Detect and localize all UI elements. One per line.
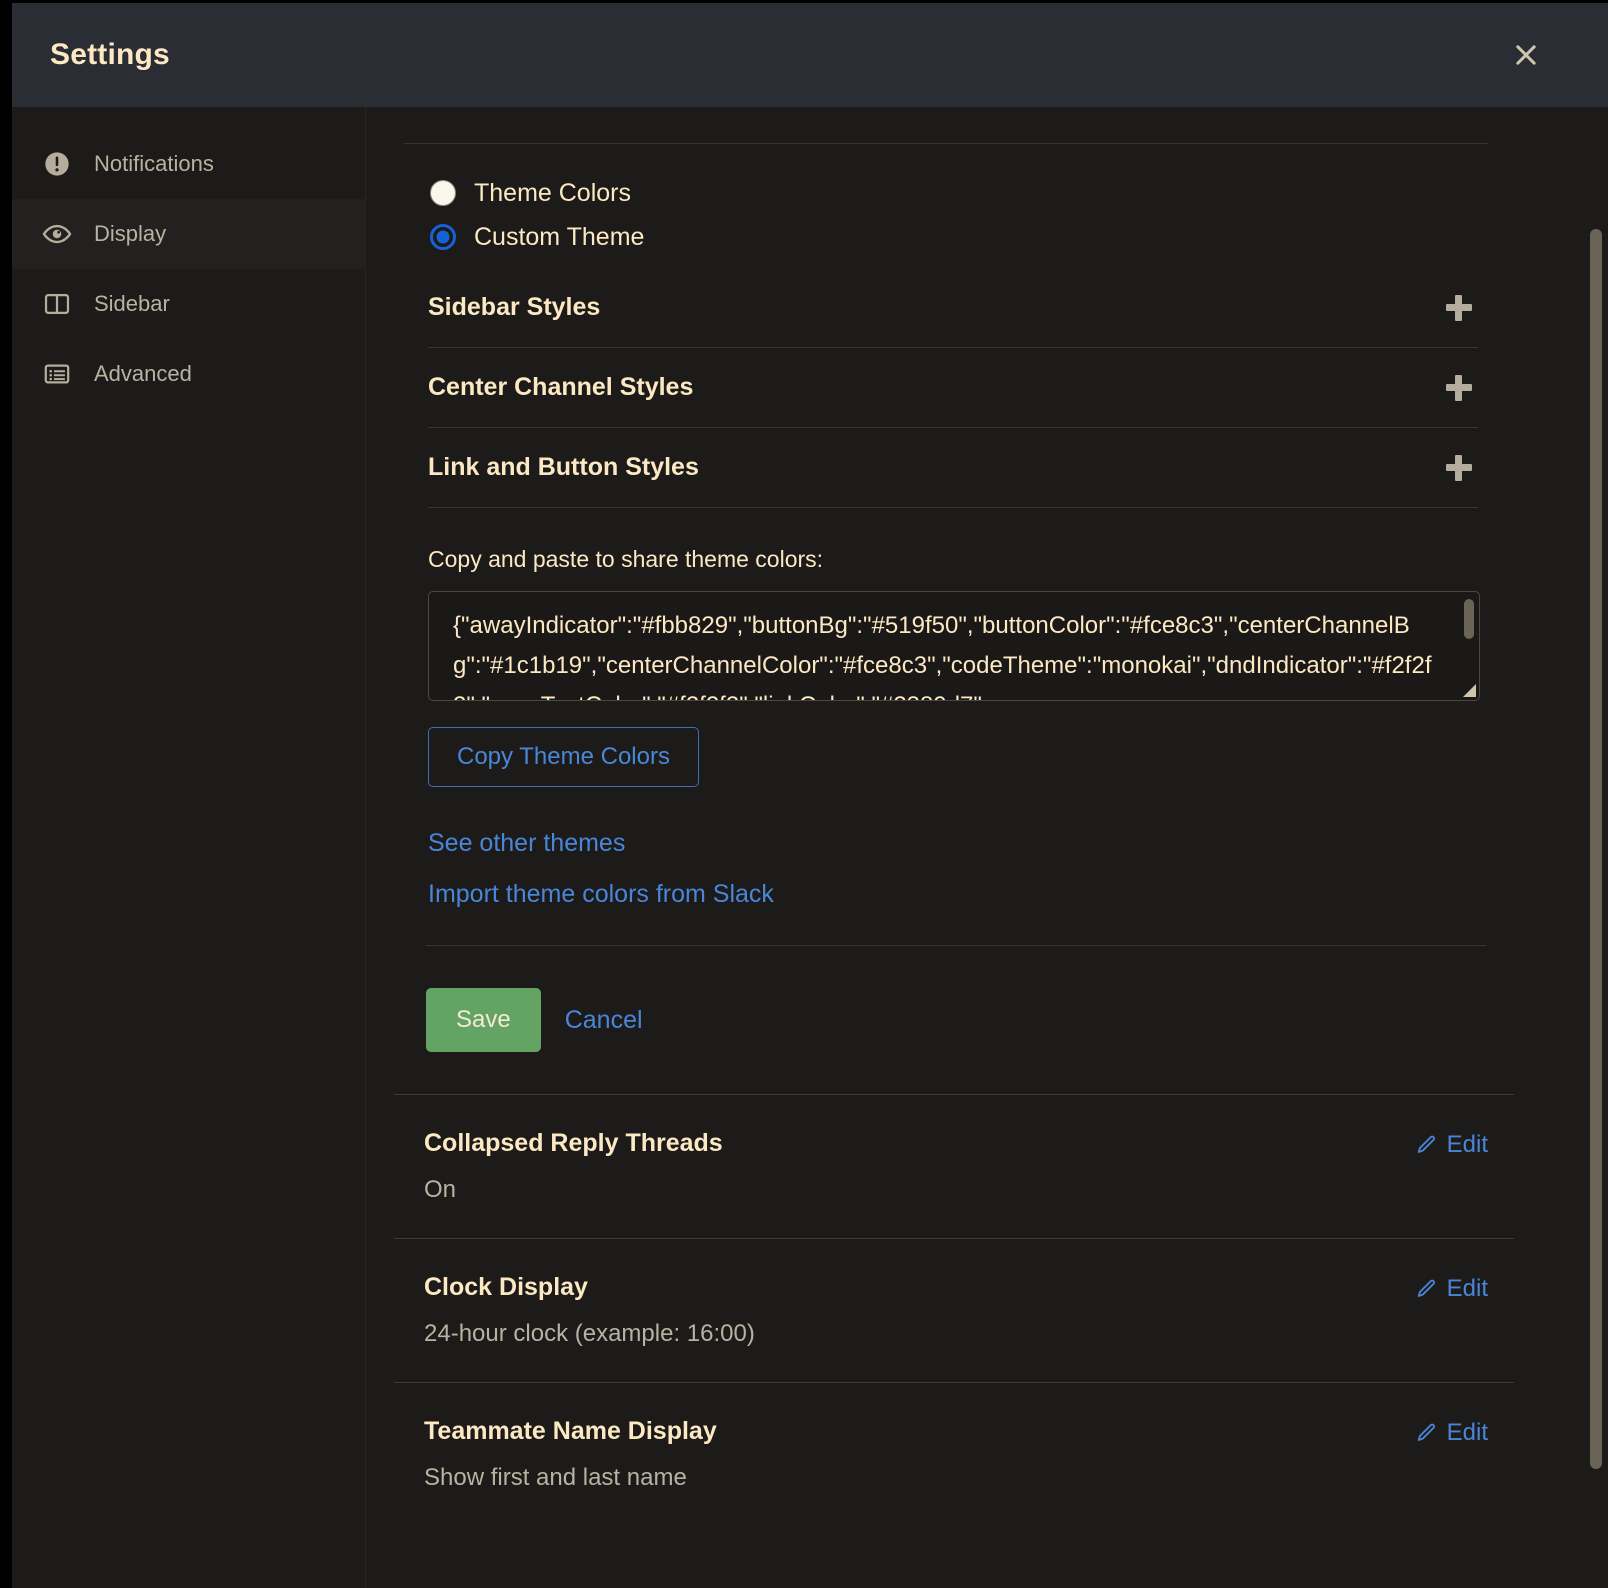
sidebar-item-label: Sidebar (94, 291, 170, 316)
settings-sidebar: Notifications Display Sidebar Advanced (12, 107, 366, 1588)
edit-button[interactable]: Edit (1415, 1419, 1488, 1447)
save-button[interactable]: Save (426, 988, 541, 1052)
setting-row-collapsed-reply-threads: Collapsed Reply Threads On Edit (394, 1095, 1514, 1239)
radio-button-icon[interactable] (430, 180, 456, 206)
settings-scrollbar[interactable] (1590, 229, 1602, 1469)
content-top-divider (404, 143, 1488, 144)
section-title: Sidebar Styles (428, 293, 601, 321)
radio-custom-theme[interactable]: Custom Theme (430, 224, 1518, 250)
settings-content: Theme Colors Custom Theme Sidebar Styles… (366, 107, 1608, 1588)
cancel-button[interactable]: Cancel (565, 1006, 643, 1035)
edit-label: Edit (1446, 1275, 1488, 1302)
close-icon[interactable] (1506, 35, 1546, 75)
section-title: Link and Button Styles (428, 453, 699, 481)
setting-title: Clock Display (424, 1273, 588, 1301)
sidebar-item-label: Display (94, 221, 167, 246)
sidebar-item-advanced[interactable]: Advanced (12, 339, 365, 409)
sidebar-panel-icon (42, 289, 72, 319)
share-theme-label: Copy and paste to share theme colors: (428, 546, 824, 572)
setting-row-clock-display: Clock Display 24-hour clock (example: 16… (394, 1239, 1514, 1383)
radio-button-icon[interactable] (430, 224, 456, 250)
modal-header: Settings (12, 3, 1608, 107)
page-title: Settings (50, 38, 170, 71)
theme-actions-divider (426, 945, 1486, 946)
sidebar-item-label: Advanced (94, 361, 192, 386)
plus-icon[interactable] (1446, 374, 1472, 401)
textarea-resize-handle[interactable] (1461, 682, 1477, 698)
modal-body: Notifications Display Sidebar Advanced T… (12, 107, 1608, 1588)
theme-links: See other themes Import theme colors fro… (428, 829, 1518, 909)
edit-label: Edit (1446, 1131, 1488, 1158)
section-link-and-button-styles[interactable]: Link and Button Styles (428, 428, 1478, 508)
pencil-icon (1415, 1134, 1437, 1156)
sidebar-item-label: Notifications (94, 151, 214, 176)
import-slack-theme-link[interactable]: Import theme colors from Slack (428, 880, 774, 909)
setting-value: 24-hour clock (example: 16:00) (424, 1320, 755, 1347)
copy-theme-colors-button[interactable]: Copy Theme Colors (428, 727, 699, 787)
radio-label: Custom Theme (474, 222, 645, 251)
plus-icon[interactable] (1446, 454, 1472, 481)
pencil-icon (1415, 1422, 1437, 1444)
textarea-scrollbar[interactable] (1464, 599, 1474, 639)
theme-json-textarea-wrapper (428, 591, 1480, 701)
plus-icon[interactable] (1446, 294, 1472, 321)
setting-title: Collapsed Reply Threads (424, 1129, 723, 1157)
setting-title: Teammate Name Display (424, 1417, 717, 1445)
alert-circle-icon (42, 149, 72, 179)
setting-row-teammate-name-display: Teammate Name Display Show first and las… (394, 1383, 1514, 1526)
see-other-themes-link[interactable]: See other themes (428, 829, 625, 858)
sidebar-item-sidebar[interactable]: Sidebar (12, 269, 365, 339)
eye-icon (42, 219, 72, 249)
theme-action-row: Save Cancel (426, 988, 1518, 1052)
radio-label: Theme Colors (474, 178, 631, 207)
edit-button[interactable]: Edit (1415, 1131, 1488, 1159)
radio-theme-colors[interactable]: Theme Colors (430, 180, 1518, 206)
list-settings-icon (42, 359, 72, 389)
section-center-channel-styles[interactable]: Center Channel Styles (428, 348, 1478, 428)
sidebar-item-notifications[interactable]: Notifications (12, 129, 365, 199)
setting-value: Show first and last name (424, 1464, 687, 1491)
edit-label: Edit (1446, 1419, 1488, 1446)
edit-button[interactable]: Edit (1415, 1275, 1488, 1303)
settings-modal: Settings Notifications Display Sidebar A… (12, 3, 1608, 1588)
pencil-icon (1415, 1278, 1437, 1300)
theme-json-textarea[interactable] (429, 592, 1479, 700)
section-sidebar-styles[interactable]: Sidebar Styles (428, 268, 1478, 348)
section-title: Center Channel Styles (428, 373, 694, 401)
setting-value: On (424, 1176, 457, 1203)
sidebar-item-display[interactable]: Display (12, 199, 365, 269)
theme-type-radio-group: Theme Colors Custom Theme (402, 180, 1518, 250)
